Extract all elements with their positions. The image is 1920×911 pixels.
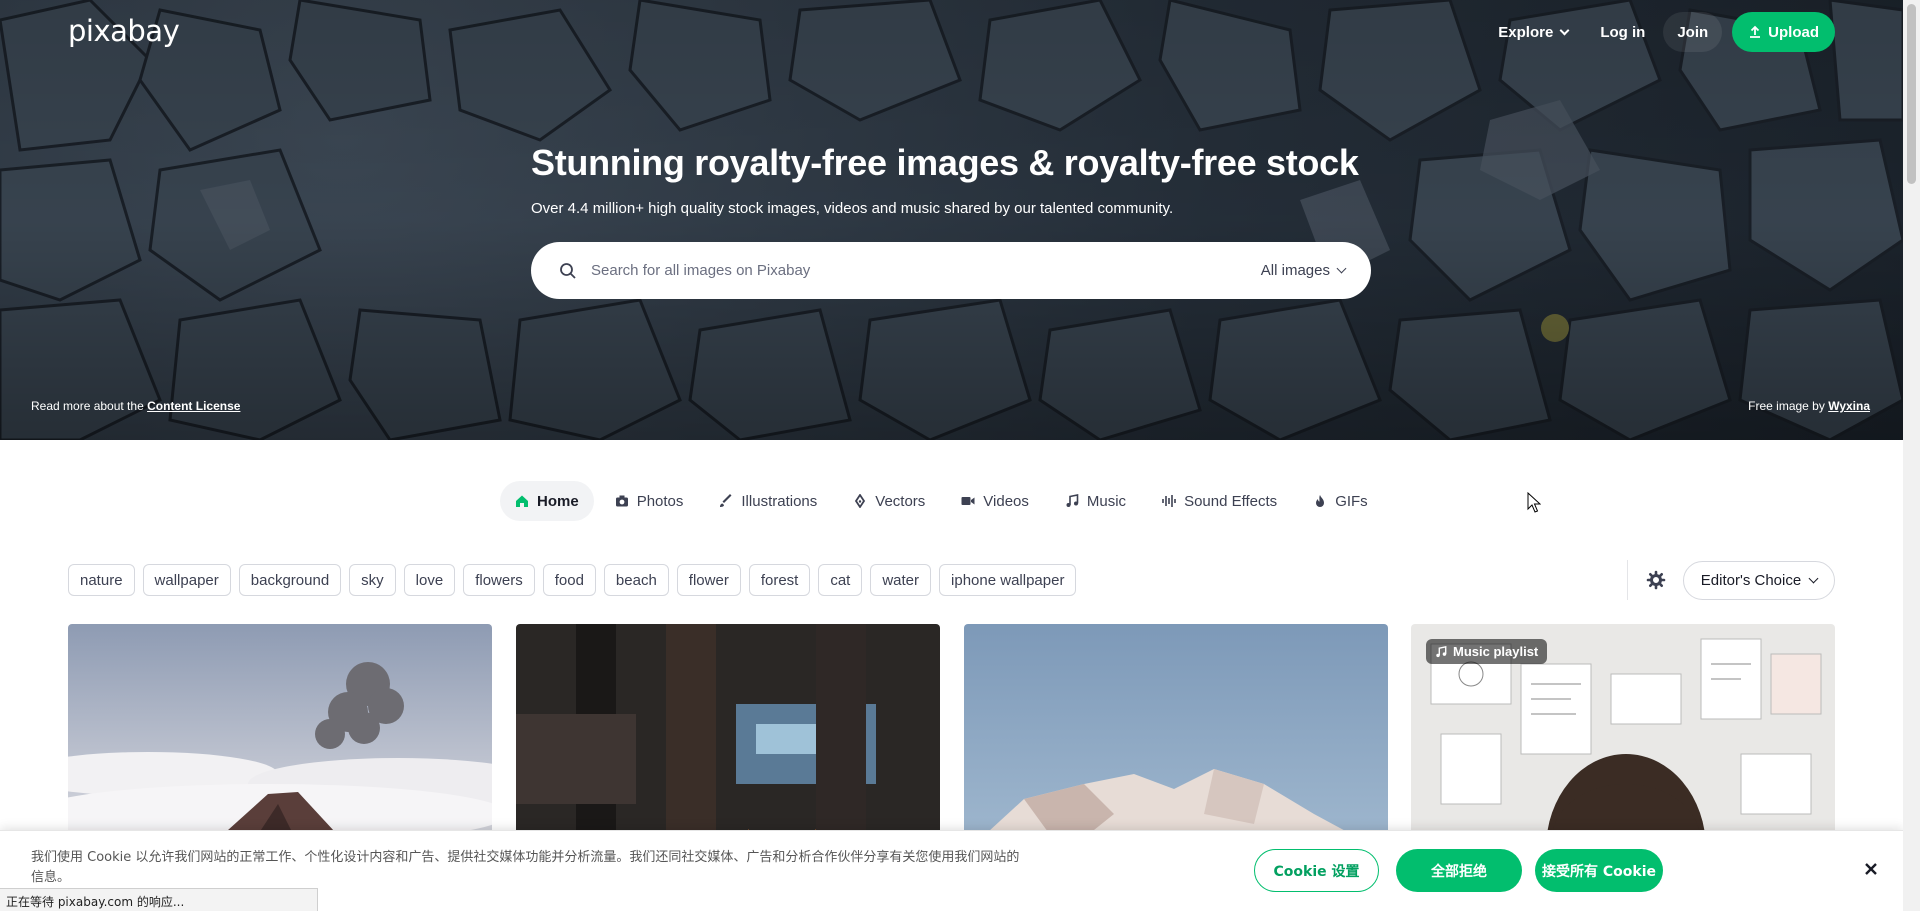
- camera-icon: [615, 495, 628, 507]
- tab-label: Vectors: [875, 492, 926, 510]
- chevron-down-icon: [1808, 573, 1819, 584]
- home-icon: [516, 495, 528, 507]
- tab-label: Music: [1086, 492, 1127, 510]
- content-license-link[interactable]: Content License: [147, 399, 240, 413]
- flame-icon: [1316, 495, 1325, 507]
- credit-prefix: Free image by: [1748, 399, 1829, 413]
- nav-actions: Explore Log in Join Upload: [1484, 12, 1835, 52]
- search-icon[interactable]: [559, 262, 577, 280]
- tag-chip[interactable]: water: [870, 564, 932, 596]
- login-link[interactable]: Log in: [1586, 12, 1659, 52]
- divider: [1627, 560, 1628, 600]
- tab-label: Illustrations: [741, 492, 818, 510]
- video-camera-icon: [961, 497, 975, 505]
- brush-icon: [720, 494, 732, 507]
- tag-chip[interactable]: forest: [748, 564, 811, 596]
- tag-chip[interactable]: iphone wallpaper: [939, 564, 1077, 596]
- tag-chip[interactable]: beach: [603, 564, 669, 596]
- upload-button[interactable]: Upload: [1732, 12, 1835, 52]
- accept-all-cookies-button[interactable]: 接受所有 Cookie: [1535, 849, 1663, 892]
- tab-vectors[interactable]: Vectors: [838, 481, 940, 521]
- tag-chip[interactable]: wallpaper: [142, 564, 231, 596]
- pen-nib-icon: [855, 494, 866, 508]
- tag-chip[interactable]: love: [403, 564, 456, 596]
- hero-overlay: [0, 0, 1903, 440]
- tab-photos[interactable]: Photos: [600, 481, 699, 521]
- tab-sound-effects[interactable]: Sound Effects: [1147, 481, 1292, 521]
- tab-illustrations[interactable]: Illustrations: [704, 481, 832, 521]
- sort-dropdown[interactable]: Editor's Choice: [1683, 561, 1835, 600]
- browser-status-bar: 正在等待 pixabay.com 的响应...: [0, 888, 318, 911]
- chevron-down-icon: [1336, 263, 1347, 274]
- badge-label: Music playlist: [1453, 644, 1539, 659]
- waveform-icon: [1162, 495, 1176, 507]
- music-note-icon: [1066, 494, 1079, 507]
- tag-chip[interactable]: sky: [349, 564, 396, 596]
- join-button[interactable]: Join: [1663, 12, 1723, 52]
- tag-chip[interactable]: flower: [676, 564, 741, 596]
- cookie-notice-text: 我们使用 Cookie 以允许我们网站的正常工作、个性化设计内容和广告、提供社交…: [31, 850, 1020, 885]
- popular-tags: nature wallpaper background sky love flo…: [68, 564, 1077, 596]
- scrollbar-thumb[interactable]: [1907, 4, 1916, 184]
- content-license-note: Read more about the Content License: [31, 399, 240, 413]
- tag-chip[interactable]: cat: [818, 564, 863, 596]
- license-prefix: Read more about the: [31, 399, 148, 413]
- tab-label: Photos: [636, 492, 684, 510]
- tab-label: GIFs: [1335, 492, 1368, 510]
- search-type-dropdown[interactable]: All images: [1260, 242, 1347, 299]
- hero-banner: pixabay Explore Log in Join Upload Stunn…: [0, 0, 1903, 440]
- mouse-cursor-icon: [1527, 492, 1541, 513]
- top-navigation: pixabay Explore Log in Join Upload: [0, 0, 1903, 64]
- music-playlist-badge: Music playlist: [1426, 639, 1548, 664]
- tab-label: Sound Effects: [1184, 492, 1278, 510]
- reject-all-button[interactable]: 全部拒绝: [1396, 849, 1522, 892]
- tag-chip[interactable]: flowers: [463, 564, 535, 596]
- close-icon[interactable]: [1860, 858, 1882, 880]
- tab-home[interactable]: Home: [500, 481, 594, 521]
- search-input[interactable]: [591, 262, 1231, 279]
- cookie-settings-button[interactable]: Cookie 设置: [1254, 849, 1379, 892]
- chevron-down-icon: [1559, 25, 1570, 35]
- hero-title: Stunning royalty-free images & royalty-f…: [531, 142, 1359, 183]
- tab-videos[interactable]: Videos: [946, 481, 1044, 521]
- search-bar: All images: [531, 242, 1371, 299]
- music-note-icon: [1436, 645, 1447, 657]
- page-scrollbar[interactable]: [1903, 0, 1920, 911]
- gear-icon[interactable]: [1644, 568, 1668, 592]
- image-credit: Free image by Wyxina: [1748, 399, 1870, 413]
- tab-music[interactable]: Music: [1050, 481, 1141, 521]
- pixabay-logo[interactable]: pixabay: [68, 14, 180, 48]
- tag-chip[interactable]: background: [238, 564, 342, 596]
- credit-author-link[interactable]: Wyxina: [1828, 399, 1870, 413]
- upload-label: Upload: [1768, 23, 1819, 41]
- tag-chip[interactable]: nature: [68, 564, 135, 596]
- explore-label: Explore: [1498, 23, 1554, 41]
- tab-label: Home: [537, 492, 579, 510]
- tag-chip[interactable]: food: [542, 564, 596, 596]
- search-type-label: All images: [1260, 262, 1330, 279]
- media-type-tabs: Home Photos Illustrations Vectors Videos…: [500, 481, 1383, 521]
- upload-icon: [1750, 25, 1761, 38]
- tab-label: Videos: [983, 492, 1029, 510]
- hero-subtitle: Over 4.4 million+ high quality stock ima…: [531, 200, 1174, 217]
- sort-label: Editor's Choice: [1700, 572, 1802, 589]
- tab-gifs[interactable]: GIFs: [1298, 481, 1383, 521]
- explore-menu[interactable]: Explore: [1484, 12, 1582, 52]
